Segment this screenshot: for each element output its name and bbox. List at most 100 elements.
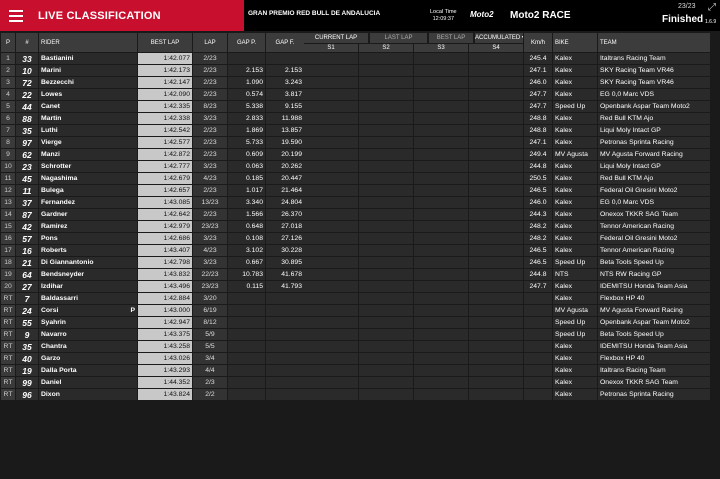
- cell-s3: [414, 221, 468, 232]
- table-row[interactable]: RT 24 Corsi P 1:43.000 6/19: [1, 305, 304, 316]
- cell-s4: [469, 137, 523, 148]
- cell-bike: Kalex: [553, 125, 597, 136]
- table-row[interactable]: Kalex Onexox TKKR SAG Team: [304, 377, 710, 388]
- cell-gf: [266, 53, 304, 64]
- table-row[interactable]: 246.5 Speed Up Beta Tools Speed Up: [304, 257, 710, 268]
- local-time-value: 12:09:37: [432, 16, 455, 22]
- table-row[interactable]: 249.4 MV Agusta MV Agusta Forward Racing: [304, 149, 710, 160]
- table-row[interactable]: Speed Up Beta Tools Speed Up: [304, 329, 710, 340]
- table-row[interactable]: Kalex Flexbox HP 40: [304, 353, 710, 364]
- table-row[interactable]: RT 9 Navarro 1:43.375 5/9: [1, 329, 304, 340]
- table-row[interactable]: 248.8 Kalex Liqui Moly Intact GP: [304, 125, 710, 136]
- table-row[interactable]: 248.8 Kalex Red Bull KTM Ajo: [304, 113, 710, 124]
- col-s2: S2: [359, 44, 413, 52]
- cell-kmh: [524, 329, 552, 340]
- table-row[interactable]: 9 62 Manzi 1:42.872 2/23 0.609 20.199: [1, 149, 304, 160]
- table-row[interactable]: 244.3 Kalex Onexox TKKR SAG Team: [304, 209, 710, 220]
- table-row[interactable]: RT 35 Chantra 1:43.258 5/5: [1, 341, 304, 352]
- table-row[interactable]: 247.1 Kalex SKY Racing Team VR46: [304, 65, 710, 76]
- table-row[interactable]: RT 40 Garzo 1:43.026 3/4: [1, 353, 304, 364]
- cell-gp: 5.338: [228, 101, 265, 112]
- cell-p: RT: [1, 329, 15, 340]
- table-row[interactable]: Kalex IDEMITSU Honda Team Asia: [304, 341, 710, 352]
- cell-best: 1:42.077: [138, 53, 192, 64]
- table-row[interactable]: 246.5 Kalex Tennor American Racing: [304, 245, 710, 256]
- table-row[interactable]: 7 35 Luthi 1:42.542 2/23 1.869 13.857: [1, 125, 304, 136]
- table-row[interactable]: 1 33 Bastianini 1:42.077 2/23: [1, 53, 304, 64]
- cell-gf: 20.447: [266, 173, 304, 184]
- table-row[interactable]: MV Agusta MV Agusta Forward Racing: [304, 305, 710, 316]
- table-row[interactable]: 247.1 Kalex Petronas Sprinta Racing: [304, 137, 710, 148]
- table-row[interactable]: Kalex Petronas Sprinta Racing: [304, 389, 710, 400]
- cell-lap: 3/20: [193, 293, 227, 304]
- table-row[interactable]: 245.4 Kalex Italtrans Racing Team: [304, 53, 710, 64]
- expand-icon[interactable]: ⤢: [708, 2, 716, 13]
- cell-team: Petronas Sprinta Racing: [598, 389, 710, 400]
- table-row[interactable]: Kalex Flexbox HP 40: [304, 293, 710, 304]
- table-row[interactable]: RT 7 Baldassarri 1:42.884 3/20: [1, 293, 304, 304]
- cell-bike: Kalex: [553, 233, 597, 244]
- table-row[interactable]: 12 11 Bulega 1:42.657 2/23 1.017 21.464: [1, 185, 304, 196]
- table-row[interactable]: 246.0 Kalex EG 0,0 Marc VDS: [304, 197, 710, 208]
- table-row[interactable]: 2 10 Marini 1:42.173 2/23 2.153 2.153: [1, 65, 304, 76]
- local-time-label: Local Time: [430, 9, 457, 15]
- cell-s1: [304, 65, 358, 76]
- table-row[interactable]: 11 45 Nagashima 1:42.679 4/23 0.185 20.447: [1, 173, 304, 184]
- table-row[interactable]: 247.7 Kalex IDEMITSU Honda Team Asia: [304, 281, 710, 292]
- table-row[interactable]: 6 88 Martin 1:42.338 3/23 2.833 11.988: [1, 113, 304, 124]
- accumulated-select[interactable]: ACCUMULATED ▾: [475, 33, 523, 43]
- table-row[interactable]: 17 16 Roberts 1:43.407 4/23 3.102 30.228: [1, 245, 304, 256]
- cell-rider: Navarro: [39, 329, 137, 340]
- cell-kmh: [524, 305, 552, 316]
- cell-gp: 10.783: [228, 269, 265, 280]
- last-lap-button[interactable]: LAST LAP: [370, 33, 427, 43]
- cell-p: 3: [1, 77, 15, 88]
- cell-lap: 4/23: [193, 173, 227, 184]
- cell-s2: [359, 161, 413, 172]
- table-row[interactable]: 246.5 Kalex Federal Oil Gresini Moto2: [304, 185, 710, 196]
- table-row[interactable]: 247.7 Speed Up Openbank Aspar Team Moto2: [304, 101, 710, 112]
- table-row[interactable]: RT 96 Dixon 1:43.824 2/2: [1, 389, 304, 400]
- cell-rider: Ramirez: [39, 221, 137, 232]
- table-row[interactable]: 250.5 Kalex Red Bull KTM Ajo: [304, 173, 710, 184]
- table-row[interactable]: 248.2 Kalex Tennor American Racing: [304, 221, 710, 232]
- table-row[interactable]: 244.8 Kalex Liqui Moly Intact GP: [304, 161, 710, 172]
- table-row[interactable]: RT 99 Daniel 1:44.352 2/3: [1, 377, 304, 388]
- table-row[interactable]: RT 19 Dalla Porta 1:43.293 4/4: [1, 365, 304, 376]
- table-row[interactable]: 3 72 Bezzecchi 1:42.147 2/23 1.090 3.243: [1, 77, 304, 88]
- cell-bike: Kalex: [553, 365, 597, 376]
- cell-s3: [414, 101, 468, 112]
- table-row[interactable]: 4 22 Lowes 1:42.090 2/23 0.574 3.817: [1, 89, 304, 100]
- table-row[interactable]: 10 23 Schrotter 1:42.777 3/23 0.063 20.262: [1, 161, 304, 172]
- best-lap-button[interactable]: BEST LAP: [429, 33, 473, 43]
- table-row[interactable]: 5 44 Canet 1:42.335 8/23 5.338 9.155: [1, 101, 304, 112]
- table-row[interactable]: 19 64 Bendsneyder 1:43.832 22/23 10.783 41.678: [1, 269, 304, 280]
- table-row[interactable]: 18 21 Di Giannantonio 1:42.798 3/23 0.667 30.8…: [1, 257, 304, 268]
- table-row[interactable]: 247.7 Kalex EG 0,0 Marc VDS: [304, 89, 710, 100]
- cell-s1: [304, 197, 358, 208]
- table-row[interactable]: Kalex Italtrans Racing Team: [304, 365, 710, 376]
- table-row[interactable]: 15 42 Ramirez 1:42.979 23/23 0.648 27.018: [1, 221, 304, 232]
- table-row[interactable]: 244.8 NTS NTS RW Racing GP: [304, 269, 710, 280]
- table-row[interactable]: 16 57 Pons 1:42.686 3/23 0.108 27.126: [1, 233, 304, 244]
- cell-s3: [414, 173, 468, 184]
- cell-best: 1:43.375: [138, 329, 192, 340]
- cell-gf: 41.678: [266, 269, 304, 280]
- table-row[interactable]: 14 87 Gardner 1:42.642 2/23 1.566 26.370: [1, 209, 304, 220]
- cell-best: 1:42.686: [138, 233, 192, 244]
- cell-p: 15: [1, 221, 15, 232]
- page-title: LIVE CLASSIFICATION: [38, 9, 161, 22]
- current-lap-button[interactable]: CURRENT LAP: [304, 33, 368, 43]
- table-row[interactable]: 8 97 Vierge 1:42.577 2/23 5.733 19.590: [1, 137, 304, 148]
- table-row[interactable]: Speed Up Openbank Aspar Team Moto2: [304, 317, 710, 328]
- menu-icon[interactable]: [2, 0, 30, 31]
- cell-gf: 41.793: [266, 281, 304, 292]
- table-row[interactable]: 13 37 Fernandez 1:43.085 13/23 3.340 24.804: [1, 197, 304, 208]
- table-row[interactable]: RT 55 Syahrin 1:42.947 8/12: [1, 317, 304, 328]
- cell-rider: Izdihar: [39, 281, 137, 292]
- table-row[interactable]: 248.2 Kalex Federal Oil Gresini Moto2: [304, 233, 710, 244]
- table-row[interactable]: 246.0 Kalex SKY Racing Team VR46: [304, 77, 710, 88]
- table-row[interactable]: 20 27 Izdihar 1:43.496 23/23 0.115 41.793: [1, 281, 304, 292]
- cell-s1: [304, 233, 358, 244]
- cell-num: 99: [16, 377, 38, 388]
